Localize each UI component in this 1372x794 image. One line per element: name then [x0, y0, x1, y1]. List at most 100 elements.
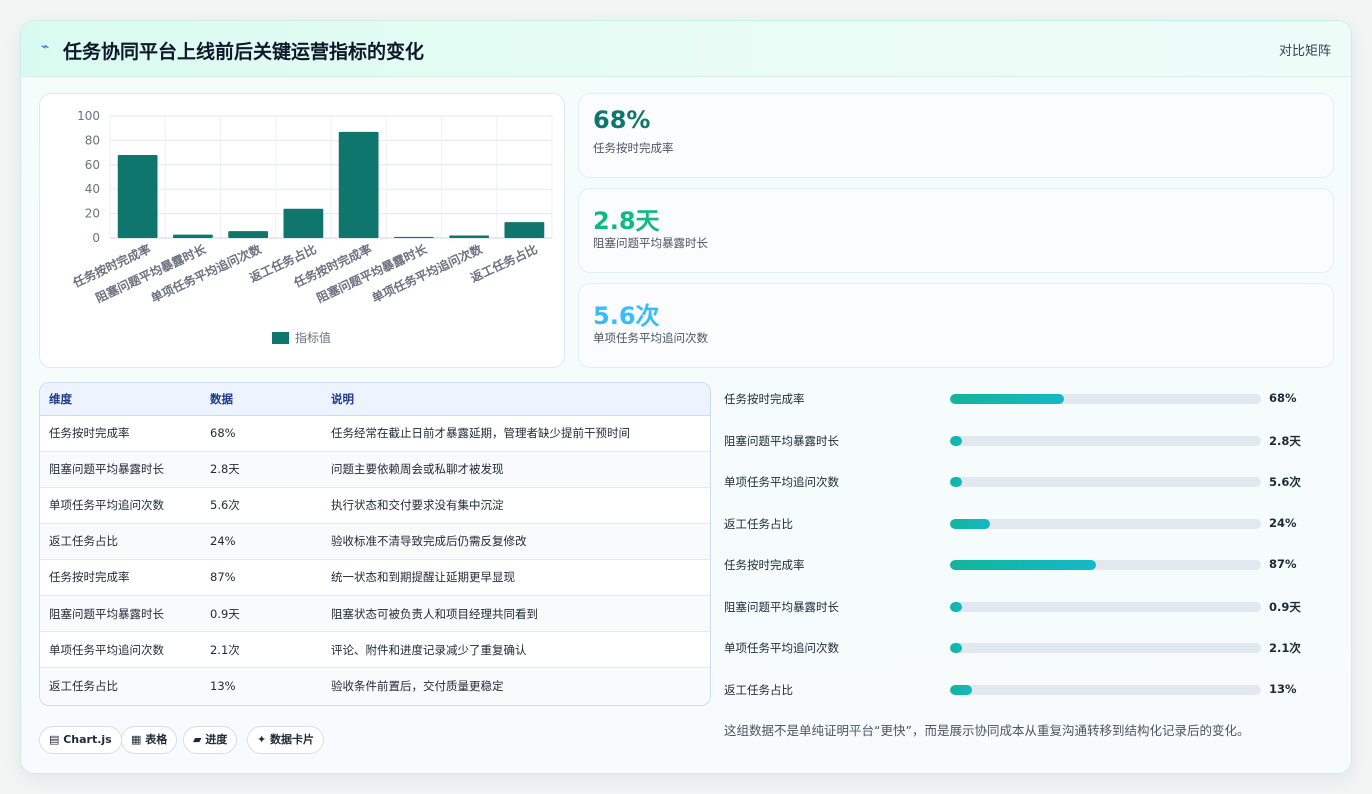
table-row: 任务按时完成率 87% 统一状态和到期提醒让延期更早显现 [40, 559, 710, 596]
table-row: 阻塞问题平均暴露时长 0.9天 阻塞状态可被负责人和项目经理共同看到 [40, 595, 710, 633]
column-header: 维度 [40, 383, 201, 416]
footer-note: 这组数据不是单纯证明平台“更快”，而是展示协同成本从重复沟通转移到结构化记录后的… [724, 723, 1250, 738]
stat-value: 68% [593, 106, 651, 134]
progress-value: 5.6次 [1269, 475, 1301, 489]
progress-row: 阻塞问题平均暴露时长 0.9天 [724, 596, 1334, 616]
bar [228, 231, 269, 238]
y-tick-label: 40 [85, 182, 100, 196]
cell-value: 0.9天 [201, 595, 322, 633]
cell-note: 问题主要依赖周会或私聊才被发现 [322, 451, 710, 488]
y-tick-label: 60 [85, 158, 100, 172]
progress-value: 2.1次 [1269, 641, 1301, 655]
progress-label: 任务按时完成率 [724, 392, 805, 406]
cell-value: 68% [201, 415, 322, 452]
table-row: 单项任务平均追问次数 5.6次 执行状态和交付要求没有集中沉淀 [40, 487, 710, 524]
cell-dimension: 返工任务占比 [40, 523, 201, 560]
chip-progress[interactable]: ▰ 进度 [183, 726, 238, 754]
stat-value: 2.8天 [593, 207, 660, 235]
y-tick-label: 0 [92, 231, 100, 245]
progress-value: 87% [1269, 557, 1297, 571]
cell-dimension: 返工任务占比 [40, 667, 201, 704]
column-header: 数据 [201, 383, 322, 416]
bar [338, 131, 379, 238]
cell-value: 2.8天 [201, 451, 322, 488]
progress-track [950, 685, 1261, 695]
cell-note: 评论、附件和进度记录减少了重复确认 [322, 631, 710, 669]
y-tick-label: 80 [85, 133, 100, 147]
page-title: 任务协同平台上线前后关键运营指标的变化 [63, 41, 425, 63]
y-tick-label: 20 [85, 207, 100, 221]
progress-fill [950, 436, 963, 446]
stat-label: 任务按时完成率 [593, 141, 674, 155]
cell-dimension: 阻塞问题平均暴露时长 [40, 451, 201, 488]
progress-fill [950, 643, 963, 653]
progress-fill [950, 477, 963, 487]
cell-dimension: 单项任务平均追问次数 [40, 487, 201, 524]
header-bar: ⌁ 任务协同平台上线前后关键运营指标的变化 对比矩阵 [21, 21, 1351, 77]
progress-track [950, 436, 1261, 446]
progress-row: 单项任务平均追问次数 2.1次 [724, 637, 1334, 657]
progress-row: 返工任务占比 13% [724, 679, 1334, 699]
table-row: 返工任务占比 13% 验收条件前置后，交付质量更稳定 [40, 667, 710, 704]
stat-card-follow-ups: 5.6次 单项任务平均追问次数 [578, 283, 1334, 368]
bar-chart: 020406080100任务按时完成率阻塞问题平均暴露时长单项任务平均追问次数返… [70, 109, 553, 345]
progress-value: 68% [1269, 391, 1297, 405]
cell-dimension: 任务按时完成率 [40, 559, 201, 596]
stat-value: 5.6次 [593, 302, 660, 330]
cell-value: 87% [201, 559, 322, 596]
stat-card-on-time: 68% 任务按时完成率 [578, 93, 1334, 178]
cell-note: 验收条件前置后，交付质量更稳定 [322, 667, 710, 704]
cell-dimension: 任务按时完成率 [40, 415, 201, 452]
progress-value: 2.8天 [1269, 434, 1301, 448]
progress-label: 单项任务平均追问次数 [724, 641, 839, 655]
progress-row: 任务按时完成率 87% [724, 554, 1334, 574]
cell-note: 阻塞状态可被负责人和项目经理共同看到 [322, 595, 710, 633]
progress-row: 单项任务平均追问次数 5.6次 [724, 471, 1334, 491]
column-header: 说明 [322, 383, 710, 416]
cell-dimension: 单项任务平均追问次数 [40, 631, 201, 669]
progress-track [950, 602, 1261, 612]
progress-fill [950, 519, 991, 529]
progress-row: 返工任务占比 24% [724, 513, 1334, 533]
progress-label: 阻塞问题平均暴露时长 [724, 600, 839, 614]
progress-value: 0.9天 [1269, 600, 1301, 614]
bar [504, 222, 545, 238]
cell-value: 2.1次 [201, 631, 322, 669]
progress-label: 返工任务占比 [724, 517, 793, 531]
progress-track [950, 560, 1261, 570]
stat-label: 阻塞问题平均暴露时长 [593, 236, 708, 250]
chip-chartjs[interactable]: ▤ Chart.js [39, 726, 122, 754]
progress-track [950, 519, 1261, 529]
progress-track [950, 394, 1261, 404]
progress-label: 返工任务占比 [724, 683, 793, 697]
table-row: 任务按时完成率 68% 任务经常在截止日前才暴露延期，管理者缺少提前干预时间 [40, 415, 710, 452]
chip-data-cards[interactable]: ✦ 数据卡片 [247, 726, 325, 754]
dashboard-card: ⌁ 任务协同平台上线前后关键运营指标的变化 对比矩阵 0 20 40 60 80 100 任… [20, 20, 1352, 774]
bar [172, 234, 213, 238]
progress-fill [950, 602, 963, 612]
progress-row: 阻塞问题平均暴露时长 2.8天 [724, 430, 1334, 450]
bar-chart-panel: 0 20 40 60 80 100 任务按时完成率 阻塞问题平均暴露时长 单项任务平均追问次数返… [39, 93, 565, 368]
cell-value: 13% [201, 667, 322, 704]
progress-row: 任务按时完成率 68% [724, 388, 1334, 408]
progress-value: 24% [1269, 516, 1297, 530]
metrics-table: 维度 数据 说明 任务按时完成率 68% 任务经常在截止日前才暴露延期，管理者缺少提… [39, 382, 711, 706]
stat-label: 单项任务平均追问次数 [593, 331, 708, 345]
cell-note: 验收标准不清导致完成后仍需反复修改 [322, 523, 710, 560]
y-tick-label: 100 [77, 109, 100, 123]
table-row: 返工任务占比 24% 验收标准不清导致完成后仍需反复修改 [40, 523, 710, 560]
cell-note: 统一状态和到期提醒让延期更早显现 [322, 559, 710, 596]
compare-matrix-link[interactable]: 对比矩阵 [1279, 40, 1331, 59]
cell-value: 5.6次 [201, 487, 322, 524]
progress-fill [950, 685, 972, 695]
table-header-row: 维度 数据 说明 [40, 383, 710, 416]
table-row: 阻塞问题平均暴露时长 2.8天 问题主要依赖周会或私聊才被发现 [40, 451, 710, 488]
legend-label: 指标值 [295, 330, 331, 345]
chip-table[interactable]: ▦ 表格 [121, 726, 178, 754]
cell-note: 任务经常在截止日前才暴露延期，管理者缺少提前干预时间 [322, 415, 710, 452]
legend-swatch [272, 332, 289, 344]
progress-label: 任务按时完成率 [724, 558, 805, 572]
progress-track [950, 477, 1261, 487]
progress-label: 单项任务平均追问次数 [724, 475, 839, 489]
cell-note: 执行状态和交付要求没有集中沉淀 [322, 487, 710, 524]
